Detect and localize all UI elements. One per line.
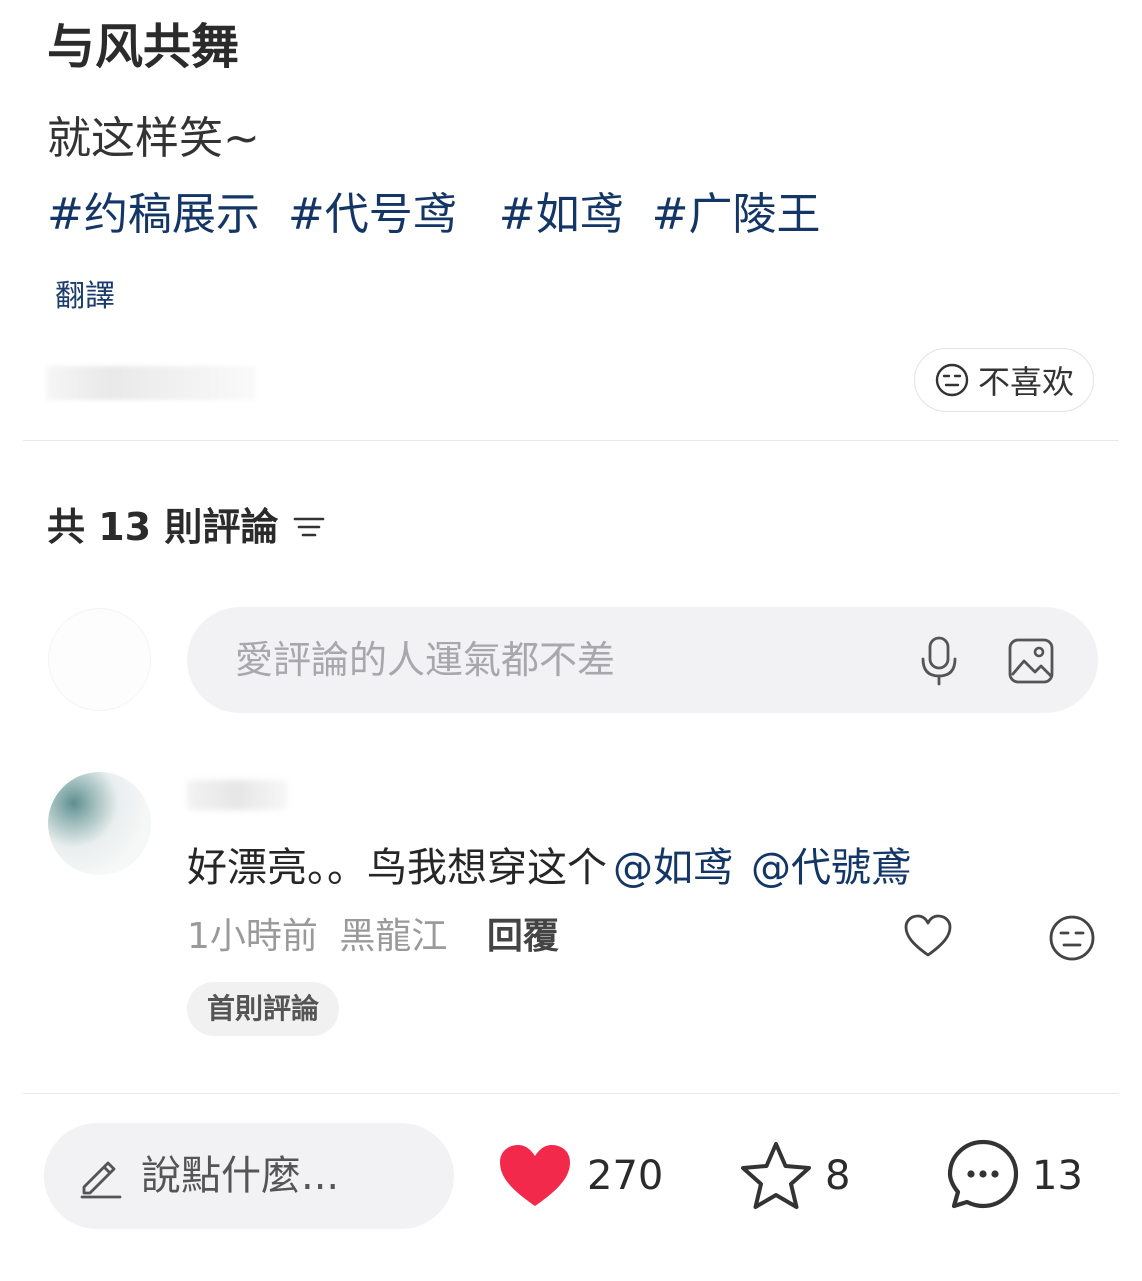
meh-face-icon — [935, 363, 969, 397]
comment-body: 好漂亮。。鸟我想穿这个 — [187, 845, 607, 891]
microphone-icon[interactable] — [915, 635, 963, 687]
post-body: 就这样笑~ — [47, 113, 260, 164]
image-upload-icon[interactable] — [1007, 637, 1055, 685]
comment-count: 13 — [1032, 1153, 1083, 1199]
mention-link[interactable]: @如鸢 — [613, 845, 733, 891]
say-something-placeholder: 說點什麼... — [141, 1153, 340, 1199]
like-count: 270 — [587, 1153, 664, 1199]
mention-link[interactable]: @代號鳶 — [751, 845, 911, 891]
comment-input[interactable]: 愛評論的人運氣都不差 — [187, 607, 1098, 713]
hashtag-list: #约稿展示 #代号鸢 #如鸢 #广陵王 — [47, 184, 835, 246]
comments-header: 共 13 則評論 — [47, 500, 326, 554]
favorite-button[interactable]: 8 — [737, 1136, 850, 1216]
dislike-button[interactable]: 不喜欢 — [914, 348, 1094, 412]
translate-link[interactable]: 翻譯 — [55, 276, 115, 318]
post-title: 与风共舞 — [47, 19, 240, 75]
sort-filter-icon[interactable] — [292, 512, 326, 542]
hashtag-link[interactable]: #如鸢 — [499, 189, 624, 240]
comment-button[interactable]: 13 — [944, 1136, 1083, 1216]
favorite-count: 8 — [825, 1153, 851, 1199]
comments-count: 共 13 則評論 — [47, 505, 279, 549]
commenter-avatar[interactable] — [48, 772, 151, 875]
star-outline-icon — [741, 1142, 811, 1209]
comment-location: 黑龍江 — [339, 916, 448, 957]
first-comment-badge: 首則評論 — [187, 982, 340, 1036]
pencil-icon — [80, 1161, 122, 1199]
comment-time: 1小時前 — [187, 916, 318, 957]
hashtag-link[interactable]: #代号鸢 — [288, 189, 457, 240]
divider — [23, 1093, 1119, 1094]
meh-face-icon[interactable] — [1048, 914, 1096, 962]
divider — [23, 440, 1119, 441]
comment-input-placeholder: 愛評論的人運氣都不差 — [235, 638, 616, 682]
blurred-commenter-name[interactable] — [187, 780, 287, 810]
hashtag-link[interactable]: #约稿展示 — [47, 189, 260, 240]
chat-bubble-icon — [947, 1139, 1019, 1209]
heart-outline-icon[interactable] — [903, 913, 953, 959]
say-something-input[interactable]: 說點什麼... — [44, 1123, 454, 1229]
blurred-post-date — [46, 366, 256, 400]
my-avatar — [48, 608, 151, 711]
comment-meta: 1小時前 黑龍江 回覆 — [187, 912, 559, 962]
reply-button[interactable]: 回覆 — [487, 916, 559, 957]
like-button[interactable]: 270 — [497, 1136, 663, 1216]
comment-text: 好漂亮。。鸟我想穿这个 @如鸢 @代號鳶 — [187, 840, 911, 896]
dislike-label: 不喜欢 — [977, 363, 1074, 401]
hashtag-link[interactable]: #广陵王 — [652, 189, 821, 240]
heart-filled-icon — [500, 1145, 570, 1206]
